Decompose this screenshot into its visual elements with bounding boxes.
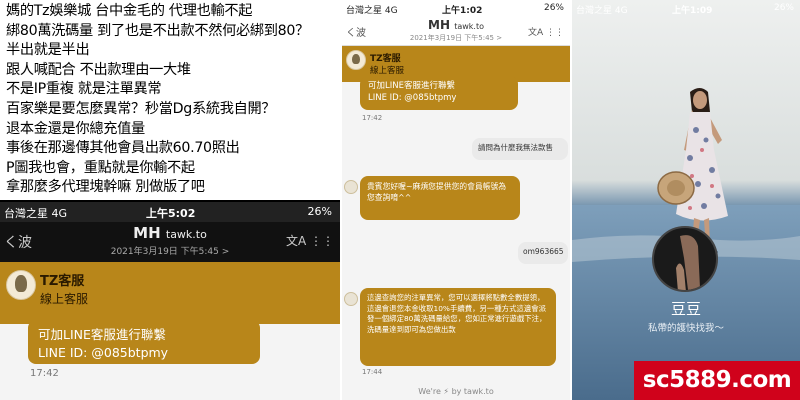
caption-line: 百家樂是要怎麼異常？秒當Dg系統我自開？	[6, 100, 276, 117]
agent-message: 可加LINE客服進行聯繫 LINE ID: @085btpmy	[28, 320, 260, 364]
agent-message: 可加LINE客服進行聯繫 LINE ID: @085btpmy	[360, 76, 518, 110]
site-watermark: sc5889.com	[634, 361, 800, 400]
status-bar: 台灣之星 4G 上午1:09 26%	[572, 0, 800, 16]
caption-line: 拿那麼多代理塊幹嘛 別做版了吧	[6, 179, 205, 196]
chat-body: 可加LINE客服進行聯繫 LINE ID: @085btpmy 17:42	[0, 320, 340, 400]
battery-level: 26%	[773, 3, 794, 13]
agent-name: TZ客服	[370, 54, 401, 64]
clock: 上午1:09	[672, 6, 713, 16]
clock: 上午1:02	[442, 6, 483, 16]
agent-bar: TZ客服 線上客服	[0, 262, 340, 324]
profile-tagline: 私帶的護快找我～	[647, 323, 724, 334]
chat-body: 可加LINE客服進行聯繫 LINE ID: @085btpmy 17:42 請問…	[342, 76, 570, 384]
agent-avatar-small	[344, 180, 358, 194]
agent-name: TZ客服	[40, 274, 85, 289]
message-time: 17:42	[30, 368, 59, 379]
message-time: 17:44	[362, 368, 383, 376]
chat-header: く波 MH tawk.to 2021年3月19日 下午5:45 > 文A ⋮⋮	[342, 18, 570, 46]
grid-icon: ⋮⋮	[546, 28, 564, 38]
left-panel: 媽的Tz娛樂城 台中金毛的 代理也輸不起 綁80萬洗碼量 到了也是不出款不然何必…	[0, 0, 340, 400]
carrier-label: 台灣之星 4G	[4, 207, 68, 220]
agent-avatar	[6, 270, 36, 300]
caption-line: 事後在那邊傳其他會員出款60.70照出	[6, 140, 240, 157]
status-bar: 台灣之星 4G 上午1:02 26%	[342, 0, 570, 18]
user-message: 請問為什麼我無法款售	[472, 138, 568, 160]
profile-background-photo	[572, 0, 800, 400]
caption-line: 退本金還是你總充值量	[6, 120, 145, 137]
caption-line: 半出就是半出	[6, 42, 90, 59]
agent-avatar	[346, 50, 366, 70]
caption-line: P圖我也會，重點就是你輸不起	[6, 159, 195, 176]
message-time: 17:42	[362, 114, 383, 122]
caption-line: 跟人喊配合 不出款理由一大堆	[6, 61, 191, 78]
grid-icon: ⋮⋮	[310, 234, 334, 248]
right-panel: 台灣之星 4G 上午1:09 26% 豆豆 私帶的護快找我～	[572, 0, 800, 400]
tawk-footer[interactable]: We're ⚡ by tawk.to	[342, 384, 570, 400]
status-bar: 台灣之星 4G 上午5:02 26%	[0, 202, 340, 222]
battery-level: 26%	[307, 205, 332, 218]
carrier-label: 台灣之星 4G	[346, 6, 398, 16]
caption-line: 綁80萬洗碼量 到了也是不出款不然何必綁到80？	[6, 22, 309, 39]
translate-icon[interactable]: 文A ⋮⋮	[286, 232, 334, 249]
agent-message: 貴賓您好喔~麻煩您提供您的會員帳號為您查詢唷^^	[360, 176, 520, 220]
caption-line: 媽的Tz娛樂城 台中金毛的 代理也輸不起	[6, 3, 253, 19]
user-message: om963665	[518, 242, 568, 264]
caption-line: 不是IP重複 就是注單異常	[6, 81, 162, 98]
agent-avatar-small	[344, 292, 358, 306]
chat-header: く波 MH tawk.to 2021年3月19日 下午5:45 > 文A ⋮⋮	[0, 222, 340, 262]
agent-status: 線上客服	[370, 66, 405, 76]
complaint-caption: 媽的Tz娛樂城 台中金毛的 代理也輸不起 綁80萬洗碼量 到了也是不出款不然何必…	[0, 0, 340, 200]
middle-panel: 台灣之星 4G 上午1:02 26% く波 MH tawk.to 2021年3月…	[342, 0, 570, 400]
profile-name: 豆豆	[670, 300, 701, 318]
translate-icon[interactable]: 文A ⋮⋮	[528, 25, 564, 38]
battery-level: 26%	[543, 3, 564, 13]
carrier-label: 台灣之星 4G	[576, 6, 628, 16]
clock: 上午5:02	[146, 207, 196, 220]
agent-message: 這邊查詢您的注單異常，您可以選擇將點數全數提領，這邊會退您本金收取10%手續費，…	[360, 288, 556, 366]
phone-screenshot-1: 台灣之星 4G 上午5:02 26% く波 MH tawk.to 2021年3月…	[0, 202, 340, 400]
profile-avatar[interactable]	[652, 226, 718, 292]
agent-status: 線上客服	[40, 292, 89, 306]
